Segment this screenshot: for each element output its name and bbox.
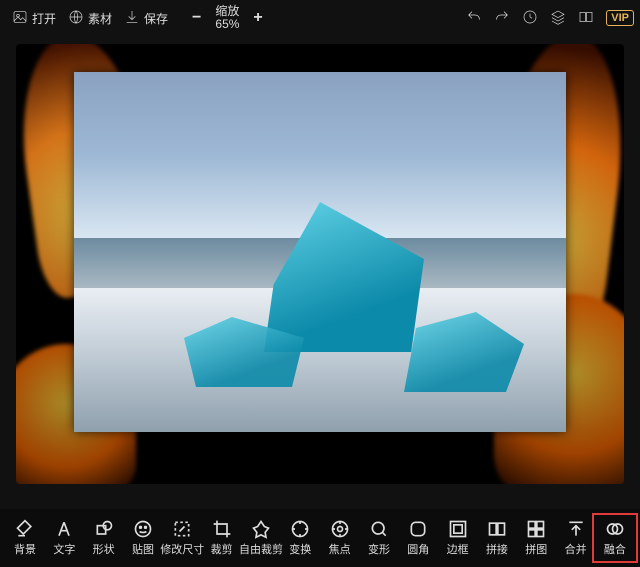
tool-label: 背景 <box>14 541 36 557</box>
assets-button[interactable]: 素材 <box>62 5 118 32</box>
tool-label: 文字 <box>53 541 75 557</box>
tool-transform[interactable]: 变换 <box>281 519 319 557</box>
top-toolbar: 打开 素材 保存 − 缩放 65% + <box>0 0 640 36</box>
compare-icon <box>578 9 594 28</box>
tool-blend[interactable]: 融合 <box>596 517 634 559</box>
globe-icon <box>68 9 84 28</box>
redo-icon <box>494 9 510 28</box>
app-window: 打开 素材 保存 − 缩放 65% + <box>0 0 640 567</box>
tool-label: 修改尺寸 <box>160 541 204 557</box>
tool-stitch[interactable]: 拼接 <box>478 519 516 557</box>
save-button[interactable]: 保存 <box>118 5 174 32</box>
undo-button[interactable] <box>460 5 488 32</box>
tool-label: 融合 <box>604 541 626 557</box>
redo-button[interactable] <box>488 5 516 32</box>
compare-button[interactable] <box>572 5 600 32</box>
tool-label: 拼图 <box>525 541 547 557</box>
tool-label: 裁剪 <box>211 541 233 557</box>
assets-label: 素材 <box>88 10 112 27</box>
zoom-display: 缩放 65% <box>215 5 239 31</box>
image-icon <box>12 9 28 28</box>
tool-text[interactable]: 文字 <box>45 519 83 557</box>
vip-badge[interactable]: VIP <box>606 10 634 26</box>
layers-icon <box>550 9 566 28</box>
tool-label: 合并 <box>565 541 587 557</box>
tool-shape[interactable]: 形状 <box>85 519 123 557</box>
tool-label: 焦点 <box>329 541 351 557</box>
tool-border[interactable]: 边框 <box>439 519 477 557</box>
tool-label: 拼接 <box>486 541 508 557</box>
tool-split[interactable]: 拼图 <box>517 519 555 557</box>
clock-icon <box>522 9 538 28</box>
tool-merge[interactable]: 合并 <box>557 519 595 557</box>
tool-distort[interactable]: 变形 <box>360 519 398 557</box>
zoom-control: − 缩放 65% + <box>192 5 263 31</box>
tool-freecrop[interactable]: 自由裁剪 <box>242 519 280 557</box>
tool-label: 贴图 <box>132 541 154 557</box>
history-button[interactable] <box>516 5 544 32</box>
foreground-photo[interactable] <box>74 72 566 432</box>
tool-label: 圆角 <box>407 541 429 557</box>
save-label: 保存 <box>144 10 168 27</box>
zoom-value: 65% <box>215 18 239 31</box>
bottom-toolbar: 背景 文字 形状 贴图 修改尺寸 裁剪 自由裁剪 变换 <box>0 509 640 567</box>
tool-focus[interactable]: 焦点 <box>321 519 359 557</box>
zoom-in-button[interactable]: + <box>253 9 262 27</box>
tool-label: 边框 <box>447 541 469 557</box>
tool-sticker[interactable]: 贴图 <box>124 519 162 557</box>
tool-resize[interactable]: 修改尺寸 <box>163 519 201 557</box>
tool-background[interactable]: 背景 <box>6 519 44 557</box>
zoom-out-button[interactable]: − <box>192 9 201 27</box>
tool-round[interactable]: 圆角 <box>399 519 437 557</box>
open-label: 打开 <box>32 10 56 27</box>
tool-label: 变形 <box>368 541 390 557</box>
tool-label: 变换 <box>289 541 311 557</box>
tool-label: 自由裁剪 <box>239 541 283 557</box>
tool-crop[interactable]: 裁剪 <box>203 519 241 557</box>
undo-icon <box>466 9 482 28</box>
canvas-area[interactable] <box>16 44 624 484</box>
open-button[interactable]: 打开 <box>6 5 62 32</box>
download-icon <box>124 9 140 28</box>
tool-label: 形状 <box>93 541 115 557</box>
layers-button[interactable] <box>544 5 572 32</box>
